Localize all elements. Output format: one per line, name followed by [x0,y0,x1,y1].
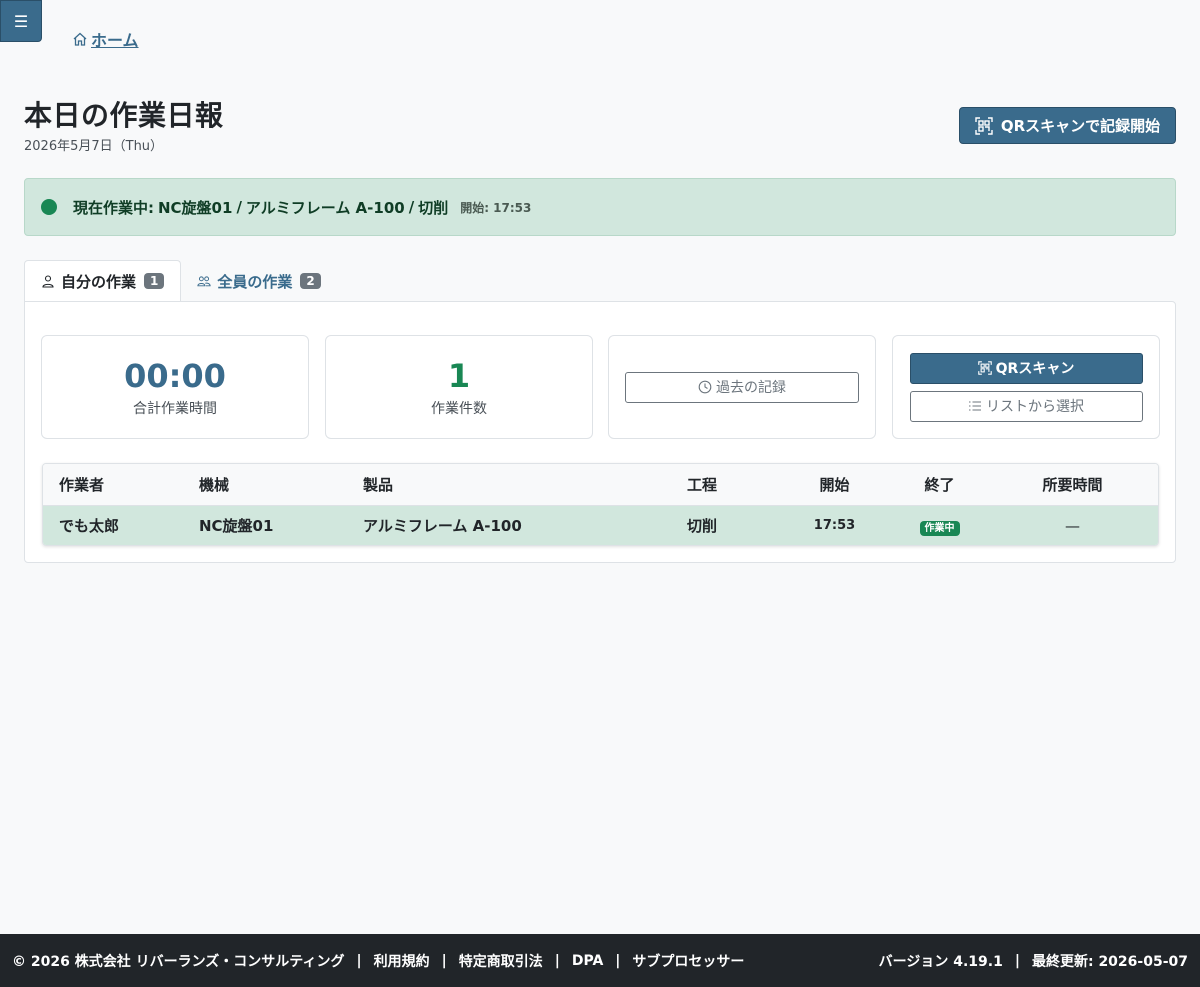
column-header-worker: 作業者 [43,464,199,506]
qr-scan-button-label: QRスキャン [995,361,1075,377]
tab-all-work-label: 全員の作業 [217,272,293,291]
cell-machine: NC旋盤01 [199,505,363,545]
column-header-duration: 所要時間 [987,464,1158,506]
people-icon [197,276,211,287]
page-title: 本日の作業日報 [24,99,224,132]
status-indicator-dot [41,199,57,215]
cell-start-time: 17:53 [777,505,892,545]
qr-scan-icon [977,361,992,375]
total-time-value: 00:00 [124,357,226,395]
work-table: 作業者 機械 製品 工程 開始 終了 所要時間 でも太郎 NC旋盤01 アルミフ… [42,463,1159,546]
separator: / [408,198,415,216]
current-work-start-time: 開始: 17:53 [460,200,532,215]
tab-all-work-count-badge: 2 [300,273,321,289]
cell-product: アルミフレーム A-100 [363,505,687,545]
footer-link-subprocessors[interactable]: サブプロセッサー [632,951,744,971]
column-header-product: 製品 [363,464,687,506]
clock-icon [698,380,712,394]
cell-end: 作業中 [892,505,987,545]
qr-scan-icon [975,116,993,135]
qr-scan-button[interactable]: QRスキャン [909,352,1143,384]
current-work-banner: 現在作業中: NC旋盤01 / アルミフレーム A-100 / 切削 開始: 1… [24,178,1176,236]
column-header-process: 工程 [687,464,777,506]
menu-toggle-button[interactable]: ☰ [0,0,42,42]
cell-duration: — [987,505,1158,545]
footer-separator: | [615,952,621,969]
page-date: 2026年5月7日（Thu） [24,139,164,154]
total-time-label: 合計作業時間 [133,401,217,417]
footer-version: バージョン 4.19.1 [878,953,1003,970]
qr-start-record-button[interactable]: QRスキャンで記録開始 [959,107,1176,144]
footer-last-updated: 最終更新: 2026-05-07 [1031,953,1188,970]
history-card: 過去の記録 [608,335,876,439]
breadcrumb-home-label: ホーム [91,31,139,50]
work-count-value: 1 [447,357,471,395]
footer: © 2026 株式会社 リバーランズ・コンサルティング | 利用規約 | 特定商… [0,934,1200,987]
current-work-product: アルミフレーム A-100 [245,198,405,217]
footer-separator: | [441,952,447,969]
table-row[interactable]: でも太郎 NC旋盤01 アルミフレーム A-100 切削 17:53 作業中 — [43,505,1158,545]
list-select-button-label: リストから選択 [986,399,1084,415]
history-button-label: 過去の記録 [716,380,786,396]
hamburger-icon: ☰ [13,11,29,31]
status-badge: 作業中 [919,520,960,536]
footer-right: バージョン 4.19.1 | 最終更新: 2026-05-07 [879,951,1188,971]
qr-start-record-label: QRスキャンで記録開始 [1000,117,1161,135]
footer-link-dpa[interactable]: DPA [572,953,603,969]
footer-separator: | [1014,952,1020,969]
home-icon [73,32,87,46]
total-time-card: 00:00 合計作業時間 [41,335,309,439]
work-tabs: 自分の作業 1 全員の作業 2 [24,260,337,302]
list-select-button[interactable]: リストから選択 [909,390,1143,422]
cell-worker: でも太郎 [43,505,199,545]
tab-my-work[interactable]: 自分の作業 1 [24,260,182,302]
person-icon [42,275,54,288]
footer-left: © 2026 株式会社 リバーランズ・コンサルティング | 利用規約 | 特定商… [12,951,744,971]
separator: / [236,198,242,216]
history-button[interactable]: 過去の記録 [625,371,859,403]
column-header-machine: 機械 [199,464,363,506]
footer-separator: | [356,952,362,969]
work-panel: 00:00 合計作業時間 1 作業件数 過去の記録 QRスキャン リストから選択… [24,301,1176,563]
tab-my-work-count-badge: 1 [144,273,165,289]
start-actions-card: QRスキャン リストから選択 [892,335,1160,439]
breadcrumb-home-link[interactable]: ホーム [72,27,139,51]
table-header-row: 作業者 機械 製品 工程 開始 終了 所要時間 [43,464,1158,506]
footer-link-terms[interactable]: 利用規約 [374,951,430,971]
footer-link-commerce-law[interactable]: 特定商取引法 [459,951,543,971]
work-count-label: 作業件数 [431,401,487,417]
work-count-card: 1 作業件数 [325,335,593,439]
column-header-end: 終了 [892,464,987,506]
list-icon [969,401,981,411]
cell-process: 切削 [687,505,777,545]
current-work-process: 切削 [418,198,449,217]
footer-copyright: © 2026 株式会社 リバーランズ・コンサルティング [12,953,345,970]
current-work-machine: NC旋盤01 [158,198,233,217]
tab-all-work[interactable]: 全員の作業 2 [181,260,336,302]
footer-separator: | [554,952,560,969]
current-work-prefix: 現在作業中: [73,198,154,217]
column-header-start: 開始 [777,464,892,506]
tab-my-work-label: 自分の作業 [61,272,137,291]
